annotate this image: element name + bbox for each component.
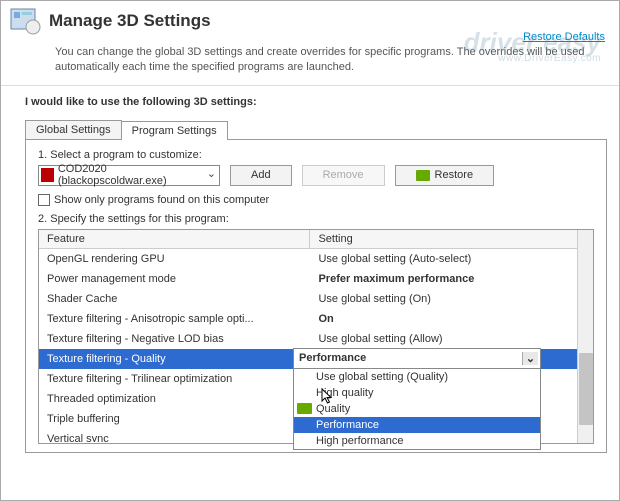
feature-cell: OpenGL rendering GPU [39,253,310,265]
col-feature: Feature [39,230,310,248]
setting-cell: Use global setting (Auto-select) [310,253,593,265]
feature-cell: Power management mode [39,273,310,285]
scrollbar[interactable] [577,230,593,443]
feature-cell: Texture filtering - Trilinear optimizati… [39,373,310,385]
dropdown-option[interactable]: Use global setting (Quality) [294,369,540,385]
table-row[interactable]: Power management modePrefer maximum perf… [39,269,593,289]
page-title: Manage 3D Settings [49,11,611,31]
tabs: Global Settings Program Settings [25,120,619,139]
feature-cell: Triple buffering [39,413,310,425]
dropdown-option[interactable]: Quality [294,401,540,417]
settings-table: Feature Setting OpenGL rendering GPUUse … [38,229,594,444]
setting-cell: Use global setting (On) [310,293,593,305]
settings-icon [9,5,41,37]
table-row[interactable]: OpenGL rendering GPUUse global setting (… [39,249,593,269]
tab-program-settings[interactable]: Program Settings [121,121,228,140]
remove-button: Remove [302,165,385,186]
chevron-down-icon: ⌄ [522,352,538,365]
feature-cell: Shader Cache [39,293,310,305]
table-row[interactable]: Texture filtering - Negative LOD biasUse… [39,329,593,349]
step2-label: 2. Specify the settings for this program… [38,212,594,229]
feature-cell: Threaded optimization [39,393,310,405]
col-setting: Setting [310,230,593,248]
restore-defaults-link[interactable]: Restore Defaults [523,31,605,43]
header: Manage 3D Settings Restore Defaults [1,1,619,37]
tab-global-settings[interactable]: Global Settings [25,120,122,139]
feature-cell: Texture filtering - Anisotropic sample o… [39,313,310,325]
setting-cell: Prefer maximum performance [310,273,593,285]
dropdown-option[interactable]: High performance [294,433,540,449]
dropdown-option[interactable]: High quality [294,385,540,401]
program-select[interactable]: COD2020 (blackopscoldwar.exe) [38,165,220,186]
add-button[interactable]: Add [230,165,292,186]
program-selected-text: COD2020 (blackopscoldwar.exe) [58,163,205,187]
scrollbar-thumb[interactable] [579,353,593,425]
nvidia-icon [416,170,430,181]
section-label: I would like to use the following 3D set… [1,86,619,114]
table-row[interactable]: Shader CacheUse global setting (On) [39,289,593,309]
feature-cell: Texture filtering - Negative LOD bias [39,333,310,345]
restore-button[interactable]: Restore [395,165,495,186]
show-only-checkbox[interactable] [38,194,50,206]
dropdown-selected: Performance [296,352,522,364]
nvidia-icon [297,403,312,414]
quality-dropdown[interactable]: Performance ⌄ Use global setting (Qualit… [293,348,541,450]
tab-body: 1. Select a program to customize: COD202… [25,139,607,453]
description-text: You can change the global 3D settings an… [1,37,619,86]
feature-cell: Texture filtering - Quality [39,353,310,365]
step1-label: 1. Select a program to customize: [38,148,594,165]
table-row[interactable]: Texture filtering - Anisotropic sample o… [39,309,593,329]
setting-cell: On [310,313,593,325]
show-only-label: Show only programs found on this compute… [54,194,269,206]
feature-cell: Vertical sync [39,433,310,442]
dropdown-option[interactable]: Performance [294,417,540,433]
program-icon [41,168,54,182]
setting-cell: Use global setting (Allow) [310,333,593,345]
